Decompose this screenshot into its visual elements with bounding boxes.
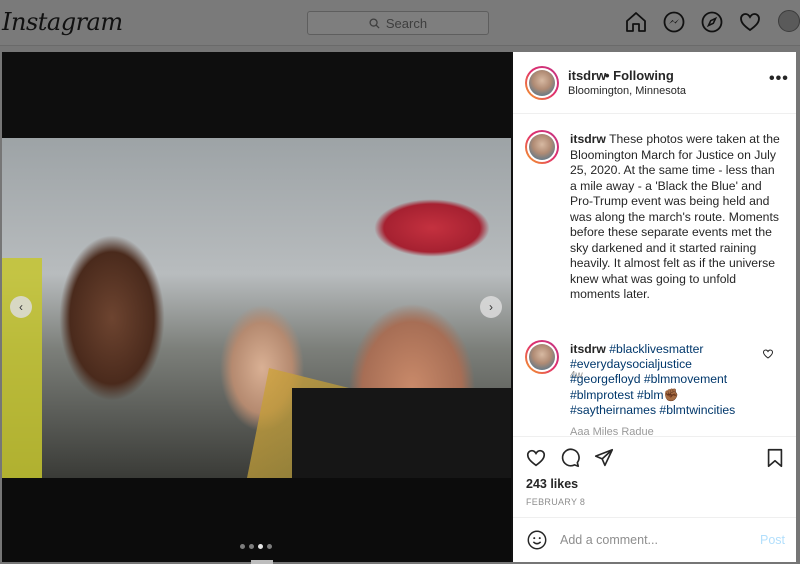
caption-text: These photos were taken at the Bloomingt… [570,132,780,301]
carousel-dot [240,544,245,549]
scroll-indicator [251,560,273,564]
heart-icon[interactable] [738,10,762,34]
photo-backdrop [2,478,511,562]
search-placeholder: Search [385,15,428,31]
like-comment-icon[interactable] [762,348,774,360]
comment-username[interactable]: itsdrw [570,342,606,356]
like-icon[interactable] [525,447,547,469]
action-icons [525,447,615,469]
chevron-right-icon: › [489,300,493,314]
carousel-dot-active [258,544,263,549]
previous-slide-button[interactable]: ‹ [10,296,32,318]
search-icon [369,17,380,29]
share-icon[interactable] [593,447,615,469]
post-location[interactable]: Bloomington, Minnesota [568,85,686,97]
photo-detail [292,388,511,478]
instagram-logo[interactable]: Instagram [2,8,123,36]
next-comment-preview: Aaa Miles Radue [570,426,654,436]
caption-avatar[interactable] [525,130,559,164]
following-button[interactable]: • Following [605,68,674,83]
messenger-icon[interactable] [662,10,686,34]
post-modal: ‹ › itsdrw • Following Bloomington, Minn… [2,52,796,562]
photo-detail [2,258,42,478]
post-comment-button[interactable]: Post [760,533,785,547]
hashtag-comment: itsdrw #blacklivesmatter #everydaysocial… [570,342,755,418]
likes-count[interactable]: 243 likes [526,477,578,491]
emoji-icon[interactable] [526,529,548,551]
comment-input[interactable]: Add a comment... [560,533,658,547]
hashtag-link[interactable]: #blmprotest #blm [570,388,663,402]
post-photo[interactable]: ‹ › [2,52,511,562]
hashtag-link[interactable]: #blacklivesmatter [609,342,703,356]
hashtag-link[interactable]: #everydaysocialjustice [570,357,692,371]
comments-section[interactable]: itsdrw These photos were taken at the Bl… [513,114,796,436]
comment-avatar[interactable] [525,340,559,374]
home-icon[interactable] [624,10,648,34]
bookmark-icon[interactable] [764,447,786,469]
nav-icons [624,10,800,34]
post-header: itsdrw • Following Bloomington, Minnesot… [513,52,796,114]
author-avatar[interactable] [525,66,559,100]
comment-icon[interactable] [559,447,581,469]
post-actions: 243 likes FEBRUARY 8 Add a comment... Po… [513,436,796,562]
caption-username[interactable]: itsdrw [570,132,606,146]
hashtag-link[interactable]: #saytheirnames #blmtwincities [570,403,735,417]
hashtag-link[interactable]: #georgefloyd #blmmovement [570,372,727,386]
post-sidebar: itsdrw • Following Bloomington, Minnesot… [513,52,796,562]
next-slide-button[interactable]: › [480,296,502,318]
photo-image [2,138,511,478]
avatar[interactable] [778,10,800,32]
more-options-icon[interactable]: ••• [769,70,789,88]
post-date[interactable]: FEBRUARY 8 [526,497,585,507]
search-box[interactable]: Search [307,11,489,35]
compass-icon[interactable] [700,10,724,34]
carousel-dot [249,544,254,549]
carousel-indicator [240,544,272,549]
add-comment-bar: Add a comment... Post [513,517,796,563]
author-username[interactable]: itsdrw [568,68,606,83]
chevron-left-icon: ‹ [19,300,23,314]
top-navigation-bar: Instagram Search [0,0,800,46]
post-caption: itsdrw These photos were taken at the Bl… [570,132,782,303]
carousel-dot [267,544,272,549]
raised-fist-emoji: ✊🏾 [663,387,679,402]
